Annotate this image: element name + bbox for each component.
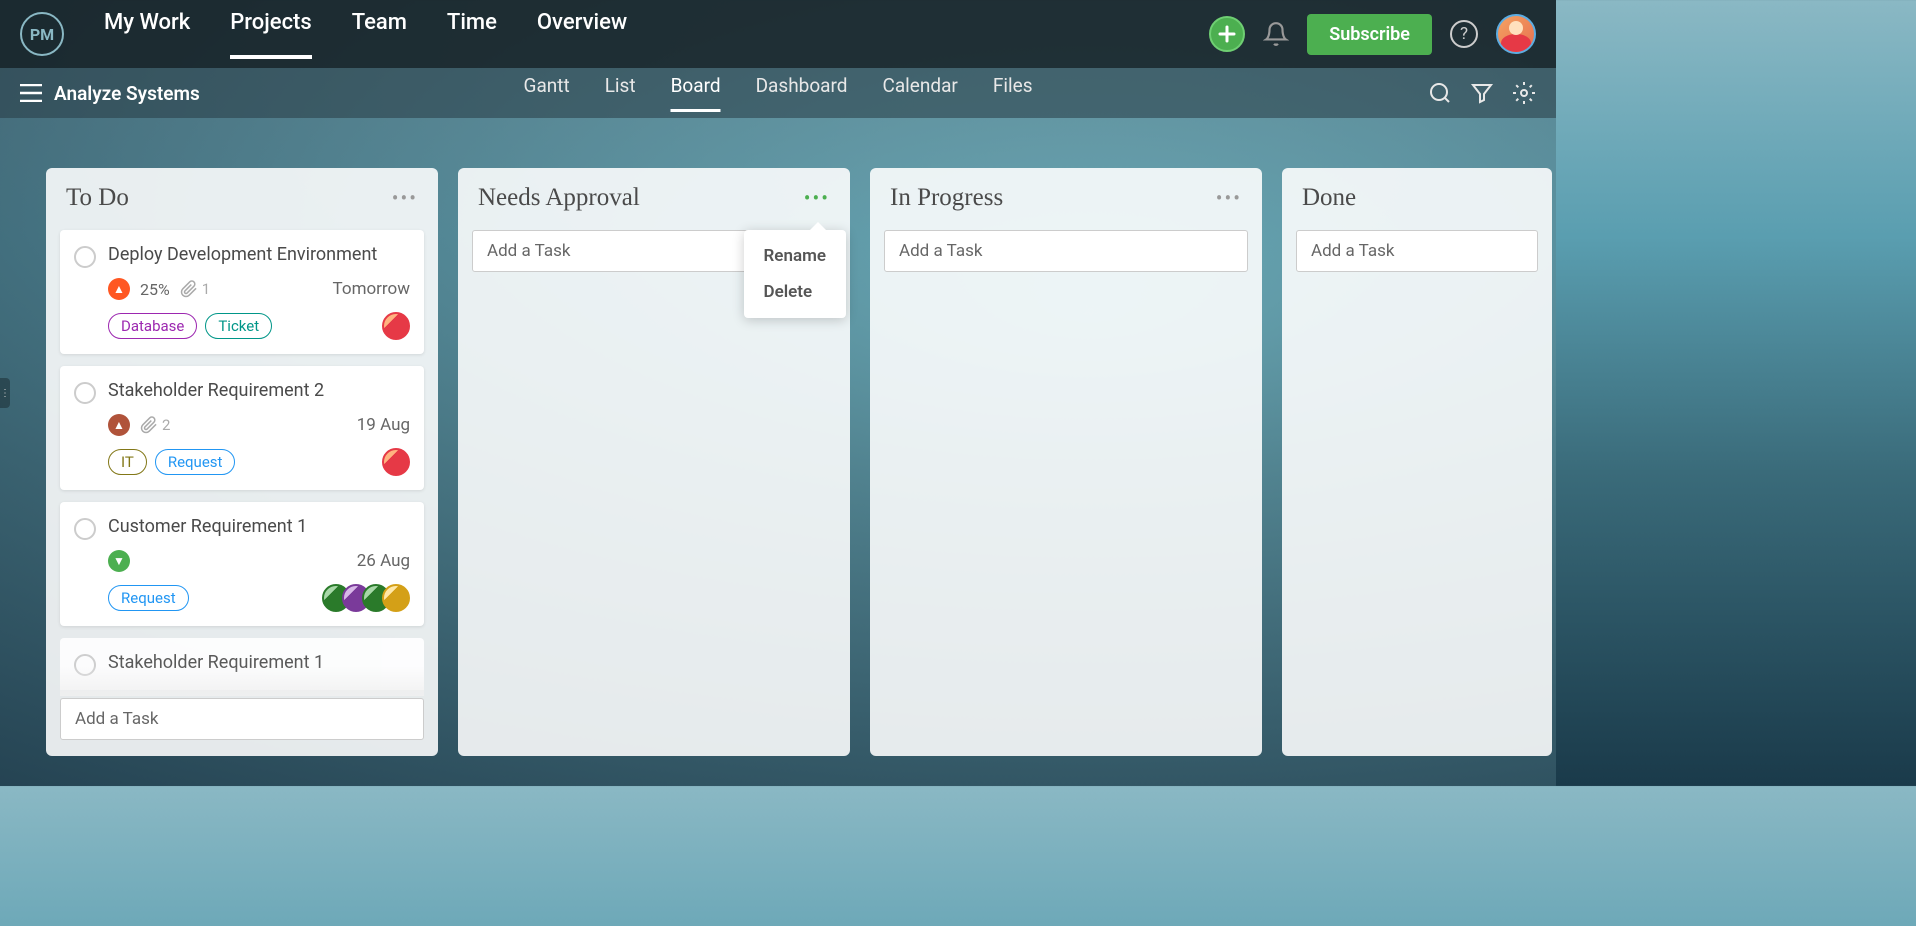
user-avatar[interactable] <box>1496 14 1536 54</box>
tag-request[interactable]: Request <box>155 449 236 475</box>
task-title: Stakeholder Requirement 2 <box>108 380 410 401</box>
project-name: Analyze Systems <box>54 82 200 105</box>
column-menu-icon[interactable]: ••• <box>1216 186 1242 210</box>
priority-high-icon: ▲ <box>108 278 130 300</box>
column-menu-icon[interactable]: ••• <box>804 186 830 210</box>
tab-dashboard[interactable]: Dashboard <box>756 74 848 112</box>
complete-checkbox[interactable] <box>74 654 96 676</box>
column-header: To Do ••• <box>60 184 424 212</box>
task-card-partial[interactable]: Stakeholder Requirement 1 <box>60 638 424 690</box>
tab-calendar[interactable]: Calendar <box>882 74 957 112</box>
tab-board[interactable]: Board <box>671 74 721 112</box>
nav-time[interactable]: Time <box>447 10 497 59</box>
board: To Do ••• Deploy Development Environment… <box>0 118 1556 756</box>
nav-overview[interactable]: Overview <box>537 10 627 59</box>
column-title: Done <box>1302 184 1356 212</box>
add-task-input[interactable]: Add a Task <box>60 698 424 740</box>
column-header: In Progress ••• <box>884 184 1248 212</box>
priority-low-icon: ▼ <box>108 550 130 572</box>
progress-percent: 25% <box>140 280 170 299</box>
task-title: Deploy Development Environment <box>108 244 410 265</box>
filter-icon[interactable] <box>1470 81 1494 105</box>
column-todo: To Do ••• Deploy Development Environment… <box>46 168 438 756</box>
dropdown-rename[interactable]: Rename <box>744 238 847 274</box>
column-title: To Do <box>66 184 129 212</box>
dropdown-delete[interactable]: Delete <box>744 274 847 310</box>
logo[interactable]: PM <box>20 12 64 56</box>
subnav: Gantt List Board Dashboard Calendar File… <box>524 74 1033 112</box>
complete-checkbox[interactable] <box>74 382 96 404</box>
paperclip-icon <box>140 416 158 434</box>
column-needs-approval: Needs Approval ••• Rename Delete Add a T… <box>458 168 850 756</box>
hamburger-icon[interactable] <box>20 84 42 102</box>
column-header: Done <box>1296 184 1538 212</box>
column-header: Needs Approval ••• <box>472 184 836 212</box>
assignees <box>382 312 410 340</box>
due-date: 26 Aug <box>357 551 410 571</box>
priority-med-icon: ▲ <box>108 414 130 436</box>
task-title: Customer Requirement 1 <box>108 516 410 537</box>
column-in-progress: In Progress ••• Add a Task <box>870 168 1262 756</box>
tab-files[interactable]: Files <box>993 74 1033 112</box>
nav-team[interactable]: Team <box>352 10 407 59</box>
complete-checkbox[interactable] <box>74 518 96 540</box>
add-button[interactable] <box>1209 16 1245 52</box>
side-handle[interactable]: ⋮ <box>0 378 10 408</box>
due-date: Tomorrow <box>333 279 410 299</box>
tag-it[interactable]: IT <box>108 449 147 475</box>
help-icon[interactable]: ? <box>1450 20 1478 48</box>
tag-ticket[interactable]: Ticket <box>205 313 272 339</box>
add-task-input[interactable]: Add a Task <box>1296 230 1538 272</box>
topbar: PM My Work Projects Team Time Overview S… <box>0 0 1556 68</box>
subscribe-button[interactable]: Subscribe <box>1307 14 1432 55</box>
subbar: Analyze Systems Gantt List Board Dashboa… <box>0 68 1556 118</box>
nav-my-work[interactable]: My Work <box>104 10 190 59</box>
assignee-avatar[interactable] <box>382 584 410 612</box>
assignees <box>382 448 410 476</box>
gear-icon[interactable] <box>1512 81 1536 105</box>
subbar-right <box>1428 81 1536 105</box>
column-done: Done Add a Task <box>1282 168 1552 756</box>
assignee-avatar[interactable] <box>382 448 410 476</box>
task-card[interactable]: Deploy Development Environment ▲ 25% 1 T… <box>60 230 424 354</box>
complete-checkbox[interactable] <box>74 246 96 268</box>
nav-right: Subscribe ? <box>1209 14 1536 55</box>
tab-gantt[interactable]: Gantt <box>524 74 570 112</box>
task-card[interactable]: Stakeholder Requirement 2 ▲ 2 19 Aug IT … <box>60 366 424 490</box>
nav-main: My Work Projects Team Time Overview <box>104 10 1209 59</box>
bell-icon[interactable] <box>1263 21 1289 47</box>
column-title: In Progress <box>890 184 1003 212</box>
add-task-input[interactable]: Add a Task <box>884 230 1248 272</box>
column-menu-icon[interactable]: ••• <box>392 186 418 210</box>
nav-projects[interactable]: Projects <box>230 10 311 59</box>
task-title: Stakeholder Requirement 1 <box>108 652 410 673</box>
column-title: Needs Approval <box>478 184 640 212</box>
plus-icon <box>1217 24 1237 44</box>
task-card[interactable]: Customer Requirement 1 ▼ 26 Aug Request <box>60 502 424 626</box>
tag-database[interactable]: Database <box>108 313 197 339</box>
attachment-count: 1 <box>180 280 210 298</box>
assignee-avatar[interactable] <box>382 312 410 340</box>
paperclip-icon <box>180 280 198 298</box>
tag-request[interactable]: Request <box>108 585 189 611</box>
attachment-count: 2 <box>140 416 170 434</box>
column-dropdown: Rename Delete <box>744 230 847 318</box>
tab-list[interactable]: List <box>605 74 636 112</box>
assignees <box>322 584 410 612</box>
search-icon[interactable] <box>1428 81 1452 105</box>
due-date: 19 Aug <box>357 415 410 435</box>
